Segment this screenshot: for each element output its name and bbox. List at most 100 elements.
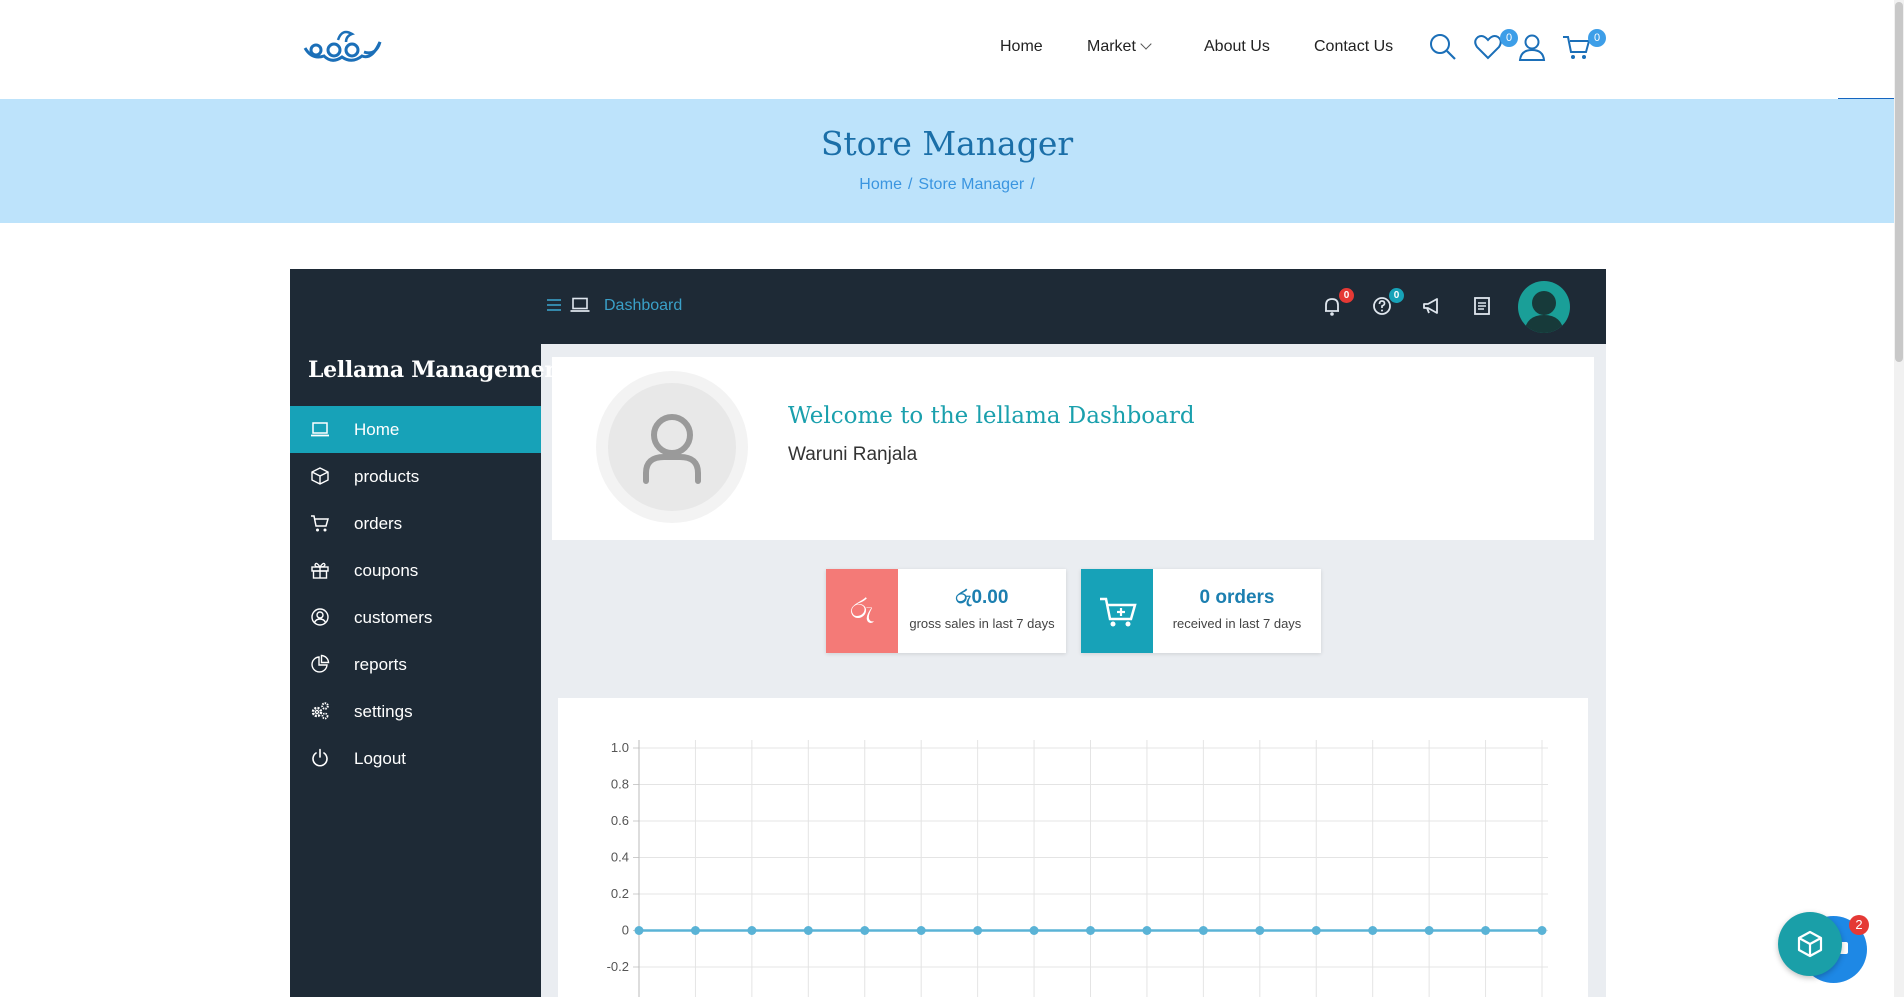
y-tick-label: 0 [622,923,629,938]
sidebar-item-label: orders [354,514,403,533]
y-tick-label: 0.4 [611,850,629,865]
box-icon [311,467,329,485]
data-point [1198,926,1208,935]
data-point [860,926,870,935]
orders-card[interactable]: 0 orders received in last 7 days [1081,569,1321,653]
menu-toggle-icon[interactable] [546,297,562,313]
gift-icon [311,562,329,579]
breadcrumb-separator: / [907,176,913,193]
data-point [1424,926,1434,935]
y-tick-label: 0.8 [611,777,629,792]
nav-market-label: Market [1087,38,1136,55]
3d-box-widget-button[interactable] [1778,912,1842,976]
help-count-badge: 0 [1389,288,1404,303]
nav-home[interactable]: Home [1000,38,1043,56]
sidebar-item-orders[interactable]: orders [290,500,541,547]
orders-label: received in last 7 days [1172,616,1302,631]
sidebar-item-label: coupons [354,561,419,580]
breadcrumb-store-manager[interactable]: Store Manager [918,176,1024,193]
data-point [634,926,644,935]
rupee-icon: රු [826,569,898,653]
breadcrumb-home[interactable]: Home [859,176,902,193]
sidebar-item-label: customers [354,608,433,627]
megaphone-icon[interactable] [1420,294,1444,318]
sidebar-brand: Lellama Management [308,357,570,383]
avatar-placeholder [608,383,736,511]
scrollbar-thumb[interactable] [1895,2,1903,362]
data-point [747,926,757,935]
nav-contact-us[interactable]: Contact Us [1314,38,1393,56]
sidebar-item-label: reports [354,655,407,674]
sidebar-item-home[interactable]: Home [290,406,541,453]
data-point [1029,926,1039,935]
sidebar-item-settings[interactable]: settings [290,688,541,735]
rupee-symbol: රු [850,593,874,624]
site-logo[interactable] [302,26,384,66]
sidebar-item-customers[interactable]: customers [290,594,541,641]
gross-sales-label: gross sales in last 7 days [909,616,1055,631]
cart-count-badge: 0 [1588,29,1606,47]
power-icon [312,748,328,767]
notification-count-badge: 0 [1339,288,1354,303]
user-avatar-icon [1524,291,1564,333]
sidebar-item-label: Home [354,420,400,439]
gross-sales-card[interactable]: රු රු0.00 gross sales in last 7 days [826,569,1066,653]
data-point [916,926,926,935]
user-placeholder-icon [643,414,701,484]
page-scrollbar[interactable] [1894,0,1904,997]
data-point [803,926,813,935]
laptop-icon [311,422,329,437]
chevron-down-icon [1140,38,1152,50]
sales-chart-card: 1.0 0.8 0.6 0.4 0.2 0 -0.2 [558,698,1588,997]
site-header: Home Market About Us Contact Us 0 0 [0,0,1904,99]
sidebar-item-products[interactable]: products [290,453,541,500]
data-point [1368,926,1378,935]
widget-count-badge: 2 [1849,915,1869,935]
knowledgebase-book-icon[interactable] [1470,294,1494,318]
sidebar-item-label: Logout [354,749,406,768]
data-point [1481,926,1491,935]
gears-icon [311,702,329,720]
search-icon[interactable] [1428,32,1458,62]
cart-plus-icon [1081,569,1153,653]
data-point [1537,926,1547,935]
user-name: Waruni Ranjala [788,444,918,465]
welcome-title: Welcome to the lellama Dashboard [788,403,1195,429]
data-point [1311,926,1321,935]
y-tick-label: 0.6 [611,813,629,828]
pie-chart-icon [311,654,330,673]
cart-plus-svg [1100,597,1137,627]
cube-icon [1797,930,1823,958]
breadcrumb: Home / Store Manager / [0,176,1894,194]
sidebar-item-reports[interactable]: reports [290,641,541,688]
wishlist-count-badge: 0 [1500,29,1518,47]
data-point [690,926,700,935]
y-tick-label: 0.2 [611,886,629,901]
y-tick-label: -0.2 [607,959,629,974]
nav-about-us[interactable]: About Us [1204,38,1270,56]
sidebar-item-label: settings [354,702,413,721]
sales-line-chart: 1.0 0.8 0.6 0.4 0.2 0 -0.2 [607,740,1548,997]
sidebar-item-coupons[interactable]: coupons [290,547,541,594]
dashboard-title-link[interactable]: Dashboard [604,297,682,315]
sidebar-item-logout[interactable]: Logout [290,735,541,782]
orders-value: 0 orders [1199,587,1275,608]
user-avatar[interactable] [1518,281,1570,333]
page-title: Store Manager [820,124,1074,163]
data-point [1255,926,1265,935]
cart-icon [311,515,329,532]
nav-market[interactable]: Market [1087,38,1152,56]
y-tick-label: 1.0 [611,740,629,755]
breadcrumb-separator: / [1030,176,1035,193]
data-point [1086,926,1095,935]
data-point [1142,926,1152,935]
profile-avatar [596,371,748,523]
gross-sales-value: රු0.00 [955,587,1009,608]
wishlist-heart-icon[interactable] [1473,32,1503,62]
sidebar-item-label: products [354,467,420,486]
dashboard-topbar [290,269,1606,344]
data-point [973,926,983,935]
laptop-icon [570,297,590,312]
account-user-icon[interactable] [1517,32,1547,62]
user-circle-icon [311,608,329,626]
